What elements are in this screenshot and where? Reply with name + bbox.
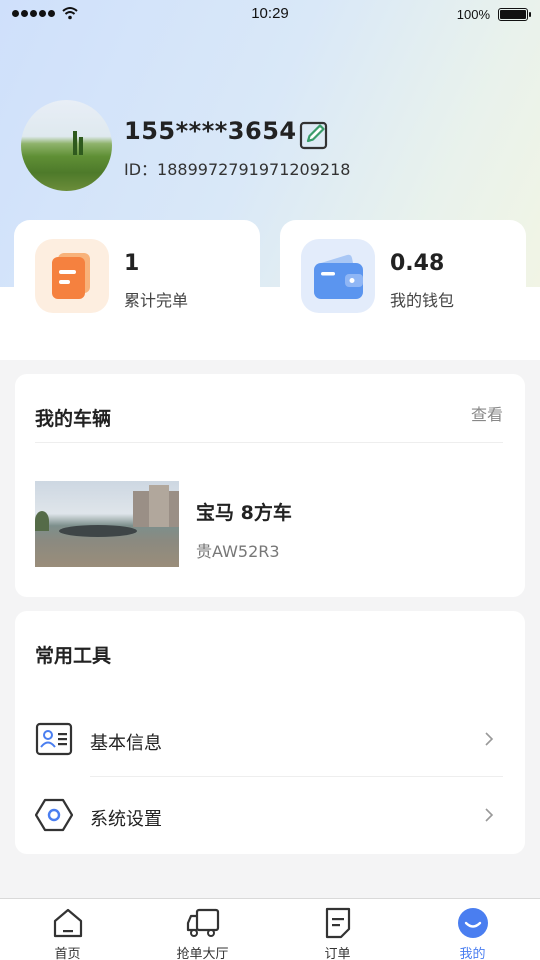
- bottom-tab-bar: 首页 抢单大厅 订单 我的: [0, 898, 540, 960]
- order-icon: [325, 907, 350, 939]
- avatar[interactable]: [21, 100, 112, 191]
- tab-home[interactable]: 首页: [0, 899, 135, 960]
- tools-section-title: 常用工具: [35, 645, 112, 667]
- completed-orders-value: 1: [124, 251, 140, 276]
- tab-order-hall[interactable]: 抢单大厅: [135, 899, 270, 960]
- id-card-icon: [35, 722, 73, 756]
- tool-item-basic-info[interactable]: 基本信息: [15, 705, 525, 775]
- edit-icon[interactable]: [298, 119, 330, 151]
- completed-orders-card[interactable]: 1 累计完单: [14, 220, 260, 330]
- tab-label: 我的: [459, 947, 486, 960]
- view-vehicle-link[interactable]: 查看: [471, 401, 503, 425]
- tools-card: 常用工具 基本信息 系统设置: [15, 611, 525, 854]
- tab-label: 抢单大厅: [176, 947, 229, 960]
- wallet-icon: [301, 239, 375, 313]
- my-vehicle-card: 我的车辆 查看 宝马 8方车 贵AW52R3: [15, 374, 525, 597]
- tool-label: 系统设置: [90, 809, 162, 830]
- vehicle-section-title: 我的车辆: [35, 408, 112, 430]
- wallet-card[interactable]: 0.48 我的钱包: [280, 220, 526, 330]
- divider: [35, 442, 503, 443]
- chevron-right-icon: [485, 808, 494, 822]
- divider: [90, 776, 503, 777]
- battery-icon: [498, 8, 531, 21]
- user-phone: 155****3654: [124, 117, 297, 145]
- orders-document-icon: [35, 239, 109, 313]
- tool-item-system-settings[interactable]: 系统设置: [15, 781, 525, 851]
- tool-label: 基本信息: [90, 733, 162, 754]
- user-id: ID：1889972791971209218: [124, 160, 351, 179]
- smile-icon: [457, 908, 488, 938]
- status-bar: 10:29 100%: [0, 0, 540, 30]
- settings-hex-icon: [35, 798, 73, 832]
- wallet-label: 我的钱包: [390, 291, 455, 310]
- tab-orders[interactable]: 订单: [270, 899, 405, 960]
- battery-percent: 100%: [456, 7, 490, 22]
- tab-mine[interactable]: 我的: [405, 899, 540, 960]
- truck-icon: [186, 908, 219, 937]
- vehicle-name: 宝马 8方车: [196, 502, 292, 524]
- tab-label: 订单: [324, 947, 351, 960]
- home-icon: [53, 908, 82, 938]
- chevron-right-icon: [485, 732, 494, 746]
- completed-orders-label: 累计完单: [124, 291, 189, 310]
- wallet-value: 0.48: [390, 251, 445, 276]
- vehicle-plate: 贵AW52R3: [196, 542, 280, 561]
- tab-label: 首页: [54, 947, 81, 960]
- vehicle-photo[interactable]: [35, 481, 179, 567]
